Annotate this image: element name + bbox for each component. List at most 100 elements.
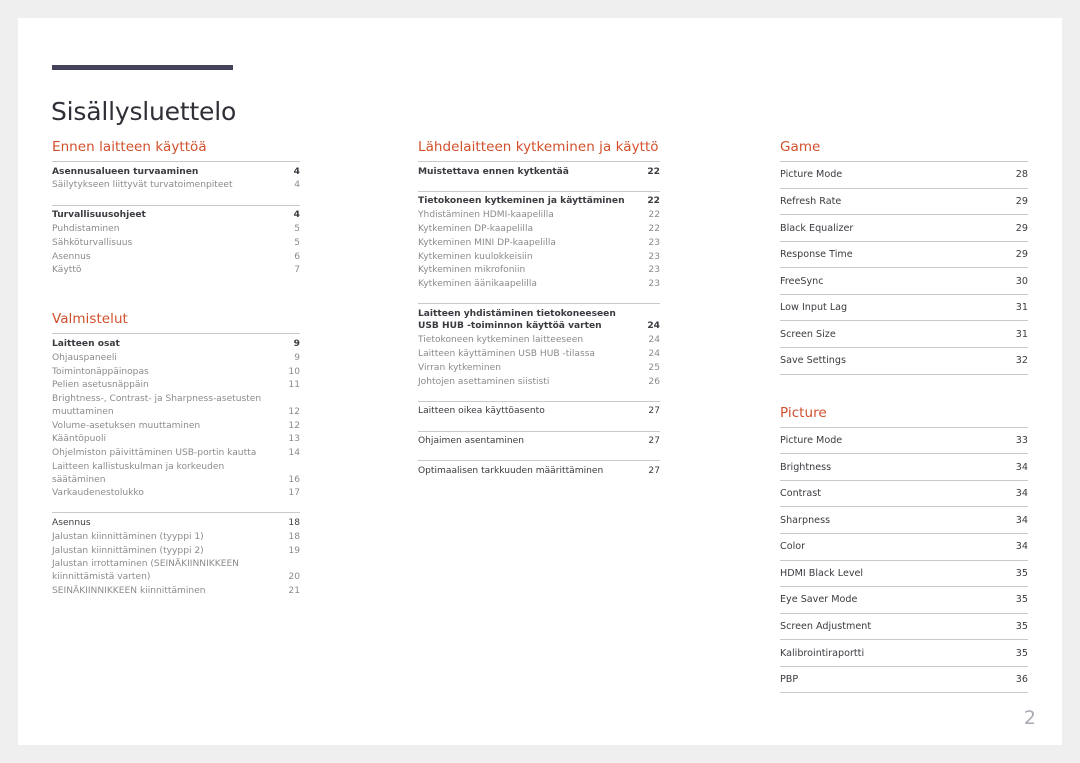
toc-entry[interactable]: Eye Saver Mode 35 <box>780 586 1028 613</box>
toc-entry[interactable]: Ohjelmiston päivittäminen USB-portin kau… <box>52 447 300 461</box>
toc-entry[interactable]: Laitteen yhdistäminen tietokoneeseen USB… <box>418 307 660 333</box>
toc-entry[interactable]: Yhdistäminen HDMI-kaapelilla 22 <box>418 209 660 223</box>
toc-section-heading: Game <box>780 139 821 155</box>
toc-entry[interactable]: Kalibrointiraportti 35 <box>780 639 1028 666</box>
toc-entry-label: Puhdistaminen <box>52 223 120 234</box>
toc-entry-page: 34 <box>1015 461 1028 473</box>
toc-entry[interactable]: Asennusalueen turvaaminen 4 <box>52 165 300 179</box>
toc-column-1: Ennen laitteen käyttöä Asennusalueen turv… <box>52 139 300 602</box>
toc-entry-label: Color <box>780 541 806 553</box>
toc-section-heading: Valmistelut <box>52 311 128 328</box>
toc-entry[interactable]: Response Time 29 <box>780 240 1028 268</box>
toc-entry[interactable]: Muistettava ennen kytkentää 22 <box>418 165 660 179</box>
toc-entry[interactable]: Picture Mode 33 <box>780 426 1028 454</box>
toc-entry[interactable]: Asennus 18 <box>52 516 300 530</box>
toc-entry[interactable]: Kytkeminen kuulokkeisiin 23 <box>418 250 660 264</box>
toc-entry-label: Kalibrointiraportti <box>780 647 865 659</box>
toc-entry[interactable]: Jalustan kiinnittäminen (tyyppi 1) 18 <box>52 530 300 544</box>
toc-entry-page: 35 <box>1015 594 1028 606</box>
toc-entry[interactable]: Tietokoneen kytkeminen laitteeseen 24 <box>418 334 660 348</box>
toc-entry[interactable]: Toimintonäppäinopas 10 <box>52 365 300 379</box>
toc-entry-label: Kytkeminen MINI DP-kaapelilla <box>418 237 556 248</box>
toc-entry[interactable]: Tietokoneen kytkeminen ja käyttäminen 22 <box>418 195 660 209</box>
toc-entry-page: 20 <box>288 572 300 582</box>
toc-entry-label: HDMI Black Level <box>780 567 864 579</box>
toc-entry-page: 22 <box>648 210 660 221</box>
toc-entry-page: 23 <box>648 265 660 276</box>
toc-entry-label: Picture Mode <box>780 435 843 447</box>
toc-entry-page: 35 <box>1015 621 1028 633</box>
toc-entry[interactable]: HDMI Black Level 35 <box>780 559 1028 587</box>
toc-entry-page: 25 <box>648 362 660 373</box>
toc-entry[interactable]: Save Settings 32 <box>780 347 1028 374</box>
toc-entry[interactable]: Sähköturvallisuus 5 <box>52 236 300 250</box>
toc-entry-page: 18 <box>288 531 300 542</box>
toc-section: Picture Picture Mode 33 Brightness 34 Contras… <box>780 405 1028 694</box>
toc-entry[interactable]: FreeSync 30 <box>780 267 1028 294</box>
toc-entry[interactable]: Pelien asetusnäppäin 11 <box>52 379 300 393</box>
toc-entry[interactable]: Screen Size 31 <box>780 320 1028 347</box>
toc-entry-page: 9 <box>293 339 300 350</box>
toc-entry[interactable]: Brightness-, Contrast- ja Sharpness-aset… <box>52 393 300 419</box>
toc-section-heading: Ennen laitteen käyttöä <box>52 139 207 155</box>
toc-group: Laitteen osat 9 Ohjauspaneeli 9 Toimintonäpp… <box>52 333 300 504</box>
toc-entry-label: Asennus <box>52 251 91 262</box>
toc-group: Asennus 18 Jalustan kiinnittäminen (tyyppi… <box>52 512 300 602</box>
toc-entry[interactable]: Varkaudenestolukko 17 <box>52 487 300 501</box>
toc-group: Asennusalueen turvaaminen 4 Säilytykseen l… <box>52 161 300 197</box>
toc-entry[interactable]: Color 34 <box>780 532 1028 560</box>
toc-entry-page: 35 <box>1015 567 1028 579</box>
toc-entry[interactable]: Sharpness 34 <box>780 506 1028 533</box>
toc-entry[interactable]: Puhdistaminen 5 <box>52 222 300 236</box>
toc-entry[interactable]: Säilytykseen liittyvät turvatoimenpiteet… <box>52 179 300 193</box>
toc-entry-page: 36 <box>1015 674 1028 686</box>
document-page: Sisällysluettelo Ennen laitteen käyttöä A… <box>18 18 1062 745</box>
toc-entry[interactable]: Laitteen oikea käyttöasento 27 <box>418 405 660 419</box>
toc-entry[interactable]: Laitteen käyttäminen USB HUB -tilassa 24 <box>418 347 660 361</box>
toc-entry[interactable]: Brightness 34 <box>780 453 1028 480</box>
toc-entry[interactable]: Turvallisuusohjeet 4 <box>52 209 300 223</box>
toc-section-heading: Picture <box>780 404 827 421</box>
toc-entry[interactable]: Jalustan irrottaminen (SEINÄKIINNIKKEEN … <box>52 558 300 584</box>
toc-entry[interactable]: Kytkeminen mikrofoniin 23 <box>418 264 660 278</box>
toc-entry-label: Tietokoneen kytkeminen ja käyttäminen <box>418 196 625 207</box>
toc-entry[interactable]: Picture Mode 28 <box>780 161 1028 188</box>
toc-entry[interactable]: Virran kytkeminen 25 <box>418 361 660 375</box>
page-number: 2 <box>1023 707 1036 729</box>
toc-entry-page: 29 <box>1015 222 1028 234</box>
toc-entry-page: 32 <box>1015 355 1028 367</box>
toc-entry[interactable]: Kytkeminen DP-kaapelilla 22 <box>418 222 660 236</box>
toc-entry[interactable]: Johtojen asettaminen siististi 26 <box>418 375 660 389</box>
toc-entry[interactable]: Kytkeminen äänikaapelilla 23 <box>418 277 660 291</box>
toc-entry[interactable]: Black Equalizer 29 <box>780 214 1028 241</box>
toc-entry[interactable]: Optimaalisen tarkkuuden määrittäminen 27 <box>418 464 660 478</box>
toc-entry[interactable]: Kääntöpuoli 13 <box>52 433 300 447</box>
toc-entry[interactable]: Low Input Lag 31 <box>780 293 1028 321</box>
toc-entry[interactable]: Käyttö 7 <box>52 264 300 278</box>
toc-entry[interactable]: SEINÄKIINNIKKEEN kiinnittäminen 21 <box>52 584 300 598</box>
toc-entry[interactable]: Laitteen kallistuskulman ja korkeuden sä… <box>52 460 300 486</box>
toc-entry-page: 18 <box>288 518 300 529</box>
toc-entry[interactable]: Screen Adjustment 35 <box>780 612 1028 640</box>
toc-entry[interactable]: Jalustan kiinnittäminen (tyyppi 2) 19 <box>52 544 300 558</box>
toc-entry[interactable]: Ohjaimen asentaminen 27 <box>418 435 660 449</box>
toc-entry-label: Laitteen oikea käyttöasento <box>418 406 545 417</box>
toc-entry[interactable]: Laitteen osat 9 <box>52 337 300 351</box>
toc-entry[interactable]: Kytkeminen MINI DP-kaapelilla 23 <box>418 236 660 250</box>
toc-entry-label: Käyttö <box>52 265 82 276</box>
toc-entry-page: 30 <box>1015 275 1028 287</box>
toc-entry-label: Varkaudenestolukko <box>52 488 144 499</box>
toc-entry[interactable]: Asennus 6 <box>52 250 300 264</box>
toc-entry[interactable]: Ohjauspaneeli 9 <box>52 351 300 365</box>
toc-entry[interactable]: Volume-asetuksen muuttaminen 12 <box>52 419 300 433</box>
toc-group: Optimaalisen tarkkuuden määrittäminen 27 <box>418 460 660 482</box>
toc-entry[interactable]: Refresh Rate 29 <box>780 187 1028 215</box>
toc-entry[interactable]: Contrast 34 <box>780 479 1028 507</box>
toc-column-3: Game Picture Mode 28 Refresh Rate 29 Black Eq… <box>780 139 1028 694</box>
toc-entry-label: Laitteen kallistuskulman ja korkeuden sä… <box>52 461 225 485</box>
toc-entry-label: Screen Adjustment <box>780 621 872 633</box>
toc-entry-page: 27 <box>648 406 660 417</box>
toc-entry-label: Kytkeminen DP-kaapelilla <box>418 223 534 234</box>
toc-entry-label: Pelien asetusnäppäin <box>52 380 149 391</box>
toc-entry[interactable]: PBP 36 <box>780 665 1028 693</box>
